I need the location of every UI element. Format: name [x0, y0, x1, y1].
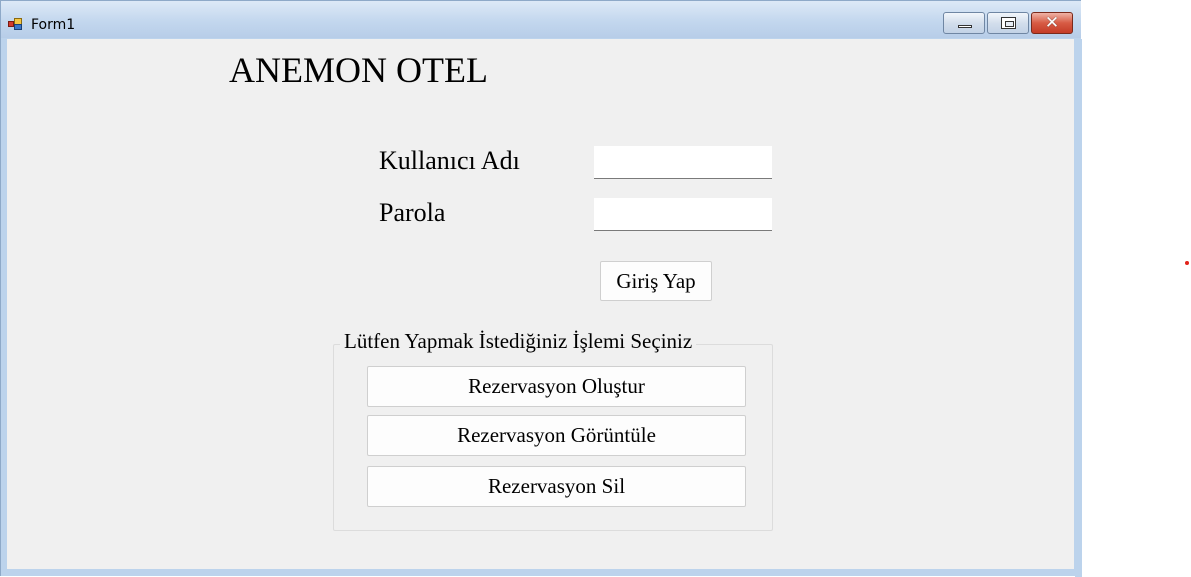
login-button[interactable]: Giriş Yap	[600, 261, 712, 301]
page-title: ANEMON OTEL	[229, 50, 488, 90]
form-client-area: ANEMON OTEL Kullanıcı Adı Parola Giriş Y…	[7, 39, 1074, 569]
maximize-icon	[1001, 17, 1016, 29]
stray-dot	[1185, 261, 1189, 265]
password-label: Parola	[379, 198, 446, 227]
title-bar[interactable]: Form1 ✕	[1, 1, 1081, 38]
delete-reservation-button[interactable]: Rezervasyon Sil	[367, 466, 746, 507]
username-label: Kullanıcı Adı	[379, 146, 520, 175]
view-reservation-button[interactable]: Rezervasyon Görüntüle	[367, 415, 746, 456]
operations-legend: Lütfen Yapmak İstediğiniz İşlemi Seçiniz	[340, 329, 697, 354]
minimize-button[interactable]	[943, 12, 985, 34]
close-icon: ✕	[1044, 13, 1060, 33]
create-reservation-button[interactable]: Rezervasyon Oluştur	[367, 366, 746, 407]
operations-groupbox: Lütfen Yapmak İstediğiniz İşlemi Seçiniz…	[333, 329, 773, 531]
caption-buttons: ✕	[943, 12, 1073, 36]
maximize-button[interactable]	[987, 12, 1029, 34]
form-app-icon	[8, 18, 22, 30]
close-button[interactable]: ✕	[1031, 12, 1073, 34]
window-right-border	[1075, 39, 1082, 577]
password-input[interactable]	[594, 198, 772, 231]
minimize-icon	[958, 25, 972, 28]
main-window: Form1 ✕ ANEMON OTEL Kullanıcı Adı Parola…	[0, 0, 1082, 577]
window-title: Form1	[31, 17, 76, 33]
username-input[interactable]	[594, 146, 772, 179]
